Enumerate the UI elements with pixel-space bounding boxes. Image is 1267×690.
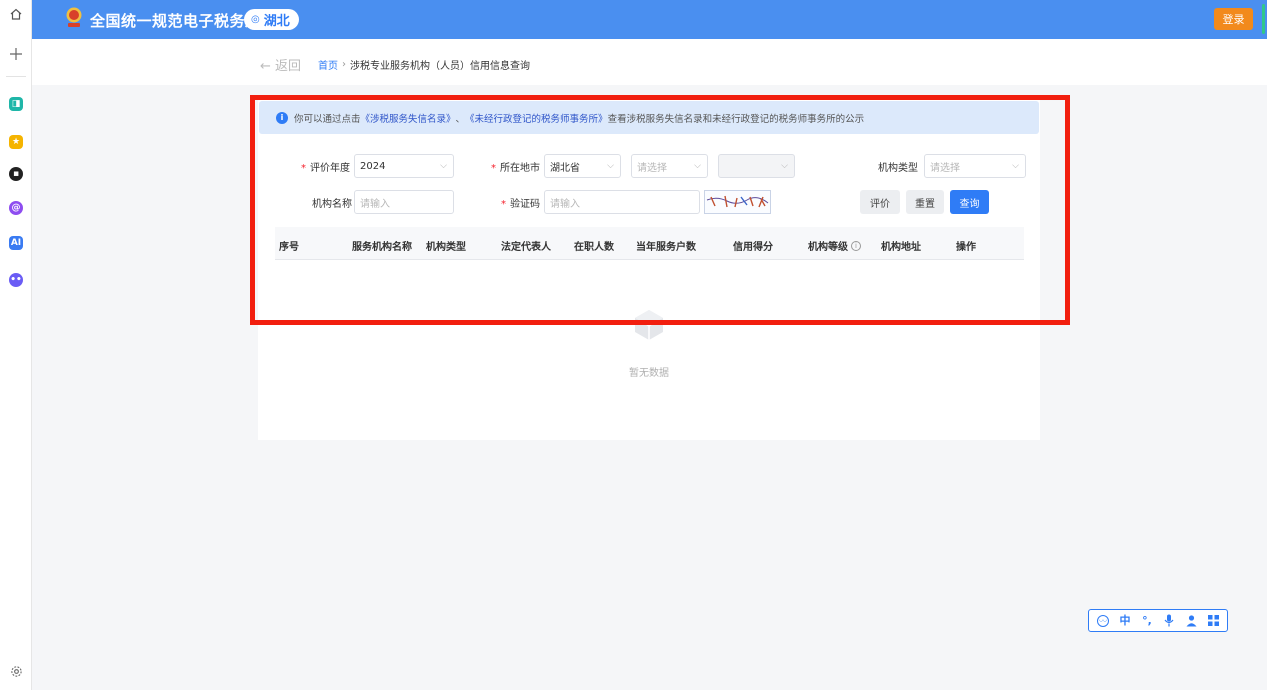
ai-swirl-icon[interactable]: @ (7, 199, 25, 217)
left-sidebar: ◨ ★ ▪ @ AI •• (0, 0, 32, 690)
accessibility-icon[interactable]: ◡◡ (1096, 614, 1110, 628)
breadcrumb-current: 涉税专业服务机构（人员）信用信息查询 (350, 61, 530, 72)
settings-icon[interactable] (7, 662, 25, 680)
back-link[interactable]: ← 返回 (260, 55, 301, 74)
breadcrumb-separator: › (342, 59, 346, 70)
back-arrow-icon: ← (260, 59, 271, 74)
sidebar-divider (6, 76, 26, 77)
plus-icon[interactable] (7, 45, 25, 63)
site-title: 全国统一规范电子税务局 (90, 12, 261, 30)
top-header: 全国统一规范电子税务局 ◎ 湖北 登录 (32, 0, 1267, 39)
chinese-input-toggle[interactable]: 中 (1118, 614, 1132, 628)
user-icon[interactable] (1184, 614, 1198, 628)
highlight-annotation (250, 95, 1070, 325)
punctuation-toggle[interactable]: °, (1140, 614, 1154, 628)
region-selector[interactable]: ◎ 湖北 (244, 9, 299, 30)
star-icon[interactable]: ★ (7, 133, 25, 151)
right-edge-accent (1262, 4, 1265, 34)
accessibility-toolbar: ◡◡ 中 °, (1088, 609, 1228, 632)
tax-emblem-icon (65, 7, 83, 29)
location-pin-icon: ◎ (251, 14, 260, 25)
bot-icon[interactable]: •• (7, 271, 25, 289)
grid-icon[interactable] (1206, 614, 1220, 628)
breadcrumb-home-link[interactable]: 首页 (318, 57, 338, 72)
empty-state-text: 暂无数据 (629, 368, 669, 379)
app-icon[interactable]: ◨ (7, 95, 25, 113)
mic-icon[interactable] (1162, 614, 1176, 628)
chat-icon[interactable]: ▪ (7, 165, 25, 183)
region-label: 湖北 (263, 14, 290, 29)
back-label: 返回 (275, 59, 302, 74)
login-button[interactable]: 登录 (1214, 8, 1253, 30)
breadcrumb-bar: ← 返回 首页 › 涉税专业服务机构（人员）信用信息查询 (32, 39, 1267, 85)
home-icon[interactable] (7, 5, 25, 23)
ai-icon[interactable]: AI (7, 234, 25, 252)
breadcrumb: 首页 › 涉税专业服务机构（人员）信用信息查询 (318, 57, 530, 72)
